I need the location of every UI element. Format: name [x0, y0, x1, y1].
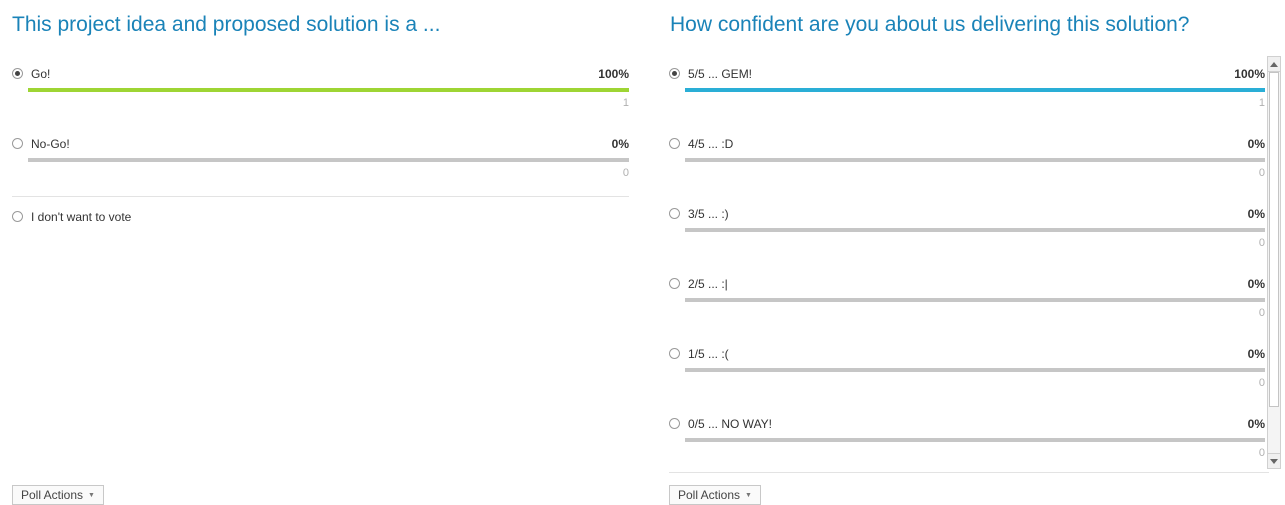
- result-bar: [685, 88, 1265, 92]
- option-label: I don't want to vote: [31, 210, 132, 224]
- poll-actions-button[interactable]: Poll Actions ▼: [669, 485, 761, 505]
- poll-option[interactable]: 3/5 ... :) 0% 0: [669, 204, 1265, 274]
- radio-button[interactable]: [669, 208, 680, 219]
- option-label: 2/5 ... :|: [688, 277, 728, 291]
- radio-button[interactable]: [669, 278, 680, 289]
- result-bar: [685, 298, 1265, 302]
- radio-button[interactable]: [12, 68, 23, 79]
- divider: [12, 196, 629, 197]
- scroll-thumb[interactable]: [1269, 72, 1279, 407]
- poll-actions-button[interactable]: Poll Actions ▼: [12, 485, 104, 505]
- vote-count: 0: [622, 167, 629, 179]
- radio-button[interactable]: [669, 418, 680, 429]
- vote-count: 1: [1258, 97, 1265, 109]
- chevron-down-icon: ▼: [745, 491, 752, 499]
- chevron-down-icon: ▼: [88, 491, 95, 499]
- vertical-scrollbar[interactable]: [1267, 56, 1281, 469]
- result-bar: [685, 158, 1265, 162]
- option-row: 1/5 ... :( 0%: [669, 347, 1265, 363]
- radio-button[interactable]: [12, 211, 23, 222]
- option-label: 1/5 ... :(: [688, 347, 729, 361]
- radio-button[interactable]: [669, 138, 680, 149]
- result-bar: [685, 438, 1265, 442]
- radio-button[interactable]: [12, 138, 23, 149]
- poll-options-scroll-area[interactable]: 5/5 ... GEM! 100% 1 4/5 ... :D 0% 0 3/5 ... :)…: [669, 64, 1281, 468]
- scroll-down-button[interactable]: [1268, 453, 1280, 468]
- poll-option-go[interactable]: Go! 100% 1: [12, 64, 629, 134]
- option-label: 0/5 ... NO WAY!: [688, 417, 773, 431]
- option-label: 4/5 ... :D: [688, 137, 734, 151]
- result-bar: [28, 88, 629, 92]
- vote-count: 0: [1258, 307, 1265, 319]
- poll-title: This project idea and proposed solution …: [12, 13, 441, 36]
- vote-count: 0: [1258, 447, 1265, 459]
- option-row: 4/5 ... :D 0%: [669, 137, 1265, 153]
- option-label: No-Go!: [31, 137, 70, 151]
- option-row: 3/5 ... :) 0%: [669, 207, 1265, 223]
- radio-button[interactable]: [669, 348, 680, 359]
- option-row: 0/5 ... NO WAY! 0%: [669, 417, 1265, 433]
- option-label: 3/5 ... :): [688, 207, 729, 221]
- result-bar: [28, 158, 629, 162]
- poll-actions-label: Poll Actions: [678, 488, 741, 502]
- option-percent: 0%: [1247, 207, 1265, 221]
- poll-option-no-go[interactable]: No-Go! 0% 0: [12, 134, 629, 204]
- result-bar-fill: [685, 88, 1265, 92]
- poll-options: Go! 100% 1 No-Go! 0% 0: [12, 64, 629, 204]
- divider: [669, 472, 1269, 473]
- scroll-up-button[interactable]: [1268, 57, 1280, 72]
- poll-option[interactable]: 4/5 ... :D 0% 0: [669, 134, 1265, 204]
- result-bar-fill: [28, 88, 629, 92]
- option-row: 5/5 ... GEM! 100%: [669, 67, 1265, 83]
- poll-option[interactable]: 0/5 ... NO WAY! 0% 0: [669, 414, 1265, 468]
- poll-title: How confident are you about us deliverin…: [670, 13, 1190, 36]
- option-row: 2/5 ... :| 0%: [669, 277, 1265, 293]
- option-percent: 0%: [611, 137, 629, 151]
- radio-button[interactable]: [669, 68, 680, 79]
- option-label: 5/5 ... GEM!: [688, 67, 753, 81]
- poll-option[interactable]: 1/5 ... :( 0% 0: [669, 344, 1265, 414]
- option-label: Go!: [31, 67, 51, 81]
- vote-count: 0: [1258, 377, 1265, 389]
- poll-options: 5/5 ... GEM! 100% 1 4/5 ... :D 0% 0 3/5 ... :)…: [669, 64, 1265, 468]
- arrow-down-icon: [1270, 458, 1278, 464]
- poll-option[interactable]: 5/5 ... GEM! 100% 1: [669, 64, 1265, 134]
- vote-count: 1: [622, 97, 629, 109]
- vote-count: 0: [1258, 237, 1265, 249]
- option-row: No-Go! 0%: [12, 137, 629, 153]
- option-row: Go! 100%: [12, 67, 629, 83]
- option-percent: 100%: [598, 67, 629, 81]
- option-percent: 0%: [1247, 417, 1265, 431]
- result-bar: [685, 368, 1265, 372]
- arrow-up-icon: [1270, 61, 1278, 67]
- poll-confidence: How confident are you about us deliverin…: [669, 0, 1281, 505]
- vote-count: 0: [1258, 167, 1265, 179]
- option-percent: 0%: [1247, 137, 1265, 151]
- option-percent: 0%: [1247, 347, 1265, 361]
- poll-go-nogo: This project idea and proposed solution …: [12, 0, 629, 505]
- poll-actions-label: Poll Actions: [21, 488, 84, 502]
- option-percent: 0%: [1247, 277, 1265, 291]
- result-bar: [685, 228, 1265, 232]
- poll-option[interactable]: 2/5 ... :| 0% 0: [669, 274, 1265, 344]
- option-percent: 100%: [1234, 67, 1265, 81]
